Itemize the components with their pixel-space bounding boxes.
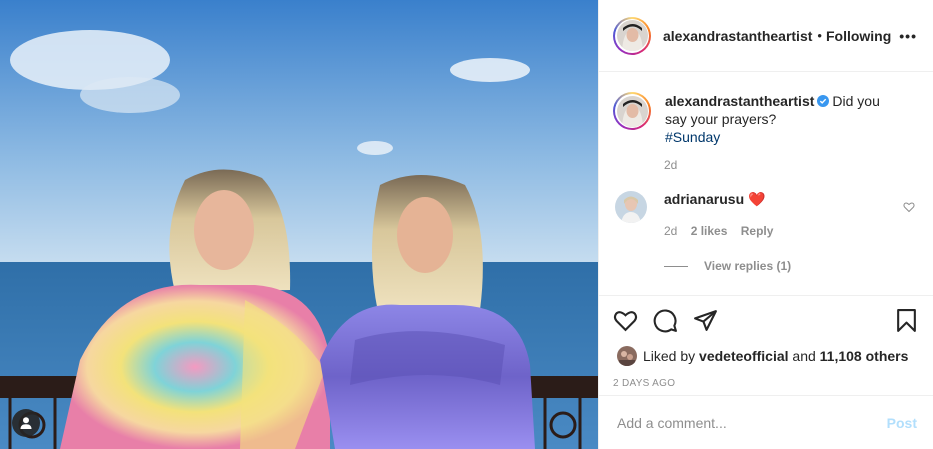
post-header: alexandrastantheartist • Following •••: [599, 0, 933, 72]
caption-avatar-image: [616, 95, 648, 127]
liker-username[interactable]: vedeteofficial: [699, 348, 788, 364]
comments-section: alexandrastantheartist Did you say your p…: [599, 72, 933, 296]
comment-item: adrianarusu ❤️ 2d 2 likes Reply: [613, 191, 917, 238]
comment-age: 2d: [664, 224, 678, 238]
add-comment-bar: Post: [599, 395, 933, 449]
caption-text: alexandrastantheartist Did you say your p…: [665, 92, 905, 146]
post-photo[interactable]: [0, 0, 598, 449]
caption-age: 2d: [664, 158, 678, 172]
post-sidebar: alexandrastantheartist • Following ••• a…: [598, 0, 933, 449]
user-tag-button[interactable]: [12, 409, 40, 437]
comment-like-icon[interactable]: [903, 201, 915, 213]
more-options-icon[interactable]: •••: [899, 28, 917, 44]
heart-icon[interactable]: [613, 308, 638, 333]
commenter-avatar-image: [615, 191, 647, 223]
hashtag-link[interactable]: #Sunday: [665, 129, 720, 145]
comment-likes[interactable]: 2 likes: [691, 224, 728, 238]
save-icon[interactable]: [894, 308, 919, 333]
likes-and: and: [792, 348, 816, 364]
view-replies-button[interactable]: View replies (1): [664, 259, 917, 273]
comment-meta: 2d 2 likes Reply: [664, 224, 783, 238]
caption-avatar[interactable]: [613, 92, 651, 130]
replies-line: [664, 265, 688, 267]
follow-separator: •: [817, 28, 822, 43]
action-bar: [599, 296, 933, 332]
user-tag-icon: [20, 417, 32, 429]
author-avatar-image: [616, 20, 648, 51]
reply-button[interactable]: Reply: [741, 224, 774, 238]
instagram-post: alexandrastantheartist • Following ••• a…: [0, 0, 933, 449]
view-replies-label: View replies (1): [704, 259, 792, 273]
liker-avatar[interactable]: [617, 346, 637, 366]
author-avatar[interactable]: [613, 16, 651, 55]
post-comment-button[interactable]: Post: [887, 415, 917, 431]
likes-prefix: Liked by: [643, 348, 696, 364]
photo-image: [0, 0, 598, 449]
likes-summary: Liked by vedeteofficial and 11,108 other…: [599, 346, 933, 366]
author-username[interactable]: alexandrastantheartist: [663, 28, 812, 44]
liker-avatar-image: [617, 346, 637, 366]
verified-icon: [817, 95, 830, 107]
share-icon[interactable]: [693, 308, 718, 333]
caption: alexandrastantheartist Did you say your p…: [613, 92, 917, 146]
likes-count[interactable]: 11,108 others: [820, 348, 909, 364]
post-timestamp[interactable]: 2 DAYS AGO: [599, 378, 933, 389]
comment-body: adrianarusu ❤️ 2d 2 likes Reply: [664, 191, 783, 238]
commenter-avatar[interactable]: [615, 191, 647, 223]
comment-input[interactable]: [615, 413, 887, 432]
comment-text: ❤️: [748, 191, 766, 207]
following-button[interactable]: Following: [826, 28, 891, 44]
commenter-username[interactable]: adrianarusu: [664, 191, 744, 207]
caption-username[interactable]: alexandrastantheartist: [665, 93, 814, 109]
comment-icon[interactable]: [653, 308, 678, 333]
